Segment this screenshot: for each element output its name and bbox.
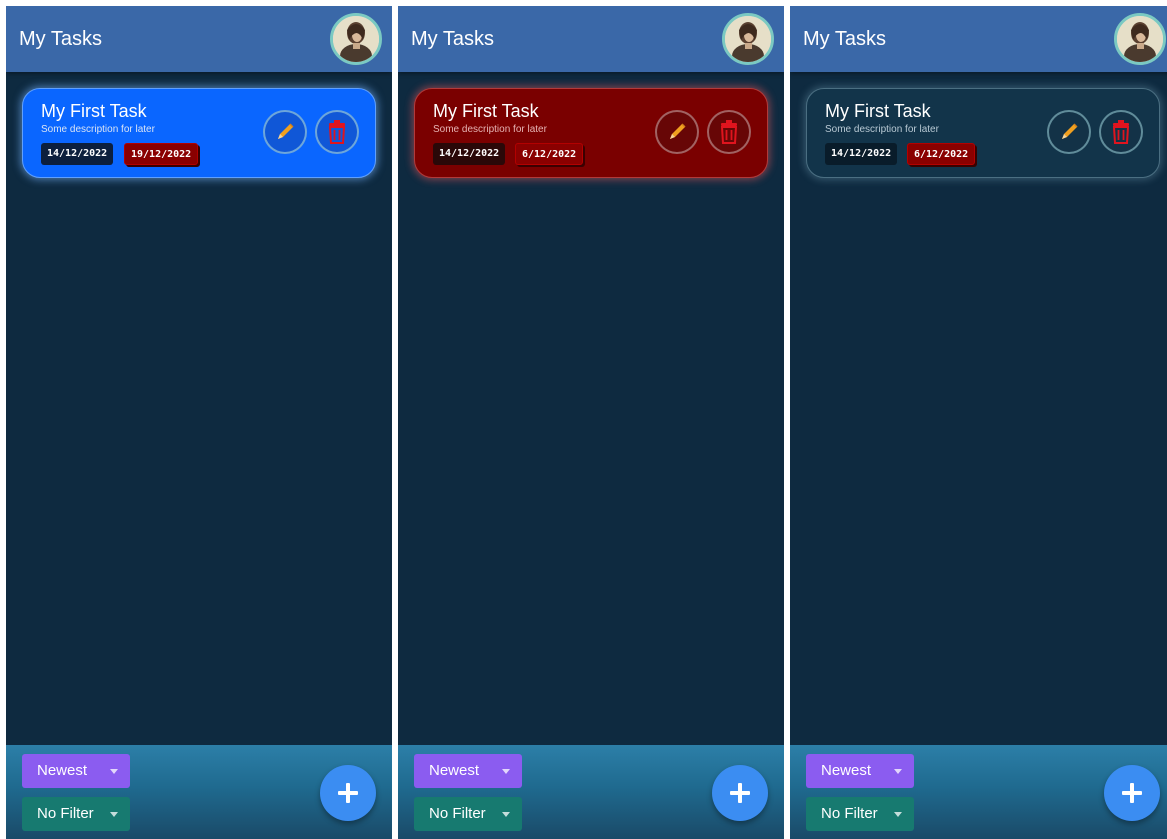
filter-dropdown-label: No Filter — [821, 805, 878, 822]
avatar[interactable] — [330, 13, 382, 65]
avatar[interactable] — [722, 13, 774, 65]
avatar-image — [333, 16, 379, 62]
filter-dropdown-label: No Filter — [429, 805, 486, 822]
caret-down-icon — [502, 769, 510, 774]
pencil-icon — [670, 123, 686, 139]
app-bar: My Tasks — [398, 6, 784, 72]
app-root: My Tasks My First Task Some description … — [0, 0, 1167, 839]
sort-dropdown[interactable]: Newest — [22, 754, 130, 788]
task-card[interactable]: My First Task Some description for later… — [22, 88, 376, 178]
sort-dropdown[interactable]: Newest — [806, 754, 914, 788]
delete-button[interactable] — [1099, 110, 1143, 154]
edit-button[interactable] — [263, 110, 307, 154]
edit-button[interactable] — [655, 110, 699, 154]
pencil-icon — [278, 123, 294, 139]
task-title: My First Task — [433, 101, 539, 121]
start-date-badge: 14/12/2022 — [825, 143, 898, 165]
bottom-bar: Newest No Filter — [6, 745, 392, 839]
trash-icon — [720, 120, 738, 144]
plus-icon — [338, 783, 358, 803]
task-title: My First Task — [41, 101, 147, 121]
phone-screen-2: My Tasks My First Task Some description … — [398, 6, 784, 839]
due-date-badge: 6/12/2022 — [515, 143, 584, 165]
delete-button[interactable] — [315, 110, 359, 154]
caret-down-icon — [110, 812, 118, 817]
filter-dropdown[interactable]: No Filter — [414, 797, 522, 831]
bottom-bar: Newest No Filter — [790, 745, 1167, 839]
sort-dropdown-label: Newest — [429, 762, 480, 779]
caret-down-icon — [110, 769, 118, 774]
phone-screen-3: My Tasks My First Task Some description … — [790, 6, 1167, 839]
add-task-button[interactable] — [320, 765, 376, 821]
caret-down-icon — [502, 812, 510, 817]
caret-down-icon — [894, 812, 902, 817]
phone-screen-1: My Tasks My First Task Some description … — [6, 6, 392, 839]
task-description: Some description for later — [433, 124, 547, 135]
sort-dropdown-label: Newest — [821, 762, 872, 779]
sort-dropdown[interactable]: Newest — [414, 754, 522, 788]
plus-icon — [730, 783, 750, 803]
delete-button[interactable] — [707, 110, 751, 154]
edit-button[interactable] — [1047, 110, 1091, 154]
task-description: Some description for later — [41, 124, 155, 135]
due-date-badge: 6/12/2022 — [907, 143, 976, 165]
add-task-button[interactable] — [1104, 765, 1160, 821]
trash-icon — [1112, 120, 1130, 144]
app-bar: My Tasks — [6, 6, 392, 72]
avatar-image — [725, 16, 771, 62]
task-card[interactable]: My First Task Some description for later… — [806, 88, 1160, 178]
filter-dropdown[interactable]: No Filter — [806, 797, 914, 831]
avatar[interactable] — [1114, 13, 1166, 65]
pencil-icon — [1062, 123, 1078, 139]
start-date-badge: 14/12/2022 — [433, 143, 506, 165]
app-bar: My Tasks — [790, 6, 1167, 72]
filter-dropdown-label: No Filter — [37, 805, 94, 822]
task-card[interactable]: My First Task Some description for later… — [414, 88, 768, 178]
plus-icon — [1122, 783, 1142, 803]
app-title: My Tasks — [19, 28, 102, 50]
start-date-badge: 14/12/2022 — [41, 143, 114, 165]
task-description: Some description for later — [825, 124, 939, 135]
trash-icon — [328, 120, 346, 144]
app-title: My Tasks — [803, 28, 886, 50]
sort-dropdown-label: Newest — [37, 762, 88, 779]
avatar-image — [1117, 16, 1163, 62]
add-task-button[interactable] — [712, 765, 768, 821]
due-date-badge: 19/12/2022 — [124, 143, 199, 165]
bottom-bar: Newest No Filter — [398, 745, 784, 839]
caret-down-icon — [894, 769, 902, 774]
filter-dropdown[interactable]: No Filter — [22, 797, 130, 831]
app-title: My Tasks — [411, 28, 494, 50]
task-title: My First Task — [825, 101, 931, 121]
